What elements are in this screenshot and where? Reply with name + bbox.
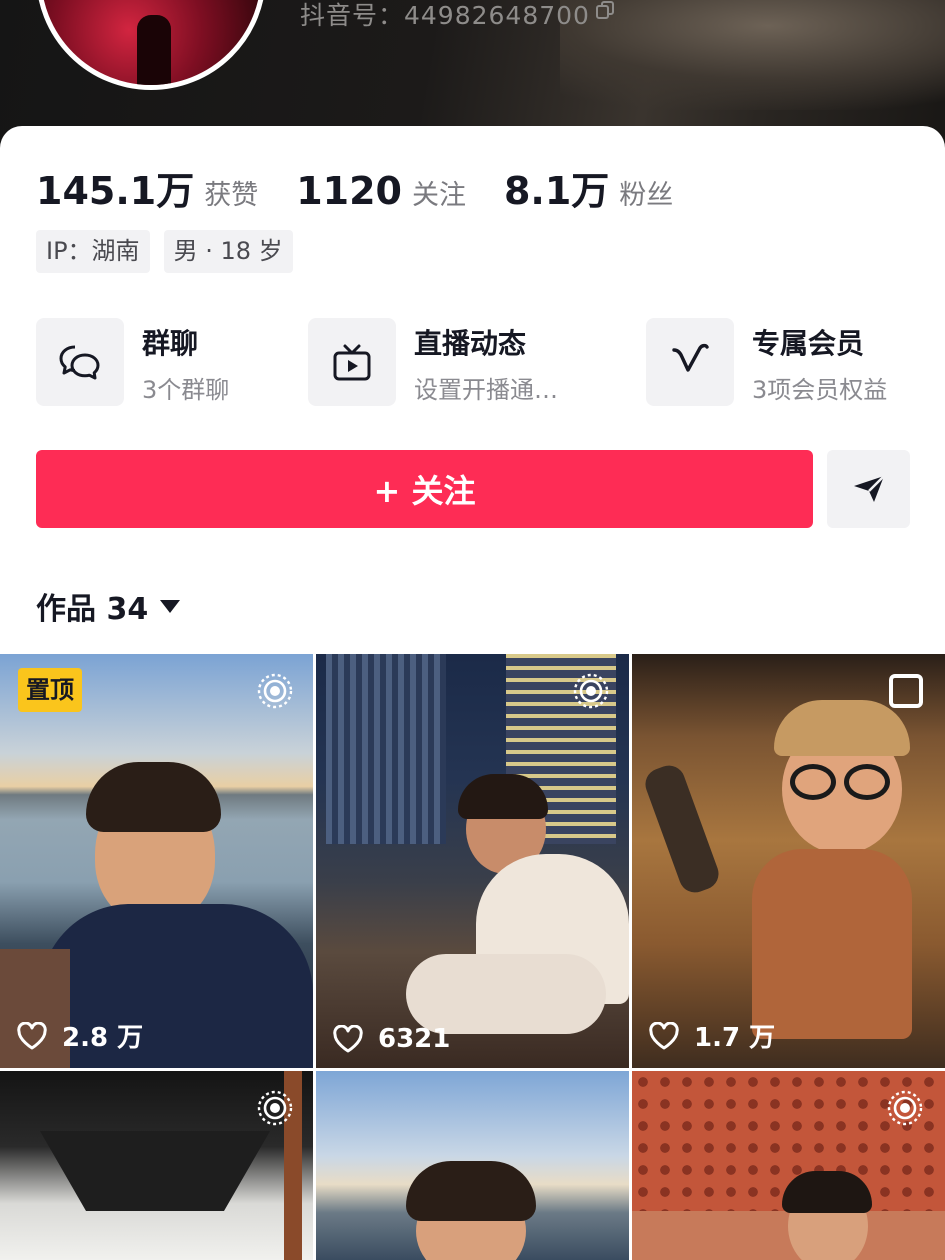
likes-counter: 2.8 万 (16, 1017, 143, 1054)
live-photo-icon (573, 673, 609, 709)
follow-button[interactable]: + 关注 (36, 450, 813, 528)
likes-count: 1.7 万 (694, 1023, 776, 1053)
pinned-badge: 置顶 (18, 668, 82, 712)
heart-icon (17, 1021, 47, 1049)
likes-count[interactable]: 145.1万 (36, 160, 194, 215)
video-thumbnail[interactable]: 置顶 2.8 万 (0, 654, 313, 1068)
landscape-background (560, 0, 945, 110)
following-count[interactable]: 1120 (296, 169, 402, 213)
membership-title: 专属会员 (752, 327, 865, 360)
video-thumbnail[interactable] (632, 1071, 945, 1260)
live-photo-icon (257, 1090, 293, 1126)
chat-bubbles-icon (36, 318, 124, 406)
video-thumbnail[interactable]: 1.7 万 (632, 654, 945, 1068)
multi-image-icon (889, 674, 923, 708)
group-chat-title: 群聊 (142, 327, 199, 360)
live-photo-icon (887, 1090, 923, 1126)
video-thumbnail[interactable]: 6321 (316, 654, 629, 1068)
live-updates-subtitle: 设置开播通… (414, 376, 558, 404)
likes-label[interactable]: 获赞 (204, 173, 258, 212)
feature-row: 群聊 3个群聊 直播动态 设置开播通… 专属会员 3项会员权益 (36, 318, 916, 406)
douyin-id: 抖音号：44982648700 (300, 1, 590, 30)
profile-stats: 145.1万 获赞 1120 关注 8.1万 粉丝 (36, 160, 711, 213)
share-button[interactable] (827, 450, 910, 528)
followers-count[interactable]: 8.1万 (504, 160, 609, 215)
send-icon (853, 475, 885, 502)
video-grid: 置顶 2.8 万 6321 1.7 万 (0, 654, 945, 1260)
v-badge-icon (646, 318, 734, 406)
works-label: 作品 34 (36, 592, 149, 627)
ip-location-tag: IP：湖南 (36, 230, 150, 273)
group-chat-entry[interactable]: 群聊 3个群聊 (36, 318, 276, 406)
copy-icon[interactable] (596, 1, 614, 19)
likes-counter: 6321 (332, 1024, 450, 1054)
avatar-figure (137, 15, 171, 85)
video-thumbnail[interactable] (0, 1071, 313, 1260)
avatar[interactable] (36, 0, 266, 90)
likes-count: 2.8 万 (62, 1023, 144, 1053)
likes-count: 6321 (378, 1024, 451, 1054)
heart-icon (649, 1021, 679, 1049)
live-photo-icon (257, 673, 293, 709)
following-label[interactable]: 关注 (412, 173, 466, 212)
group-chat-subtitle: 3个群聊 (142, 376, 230, 404)
gender-age-tag: 男 · 18 岁 (163, 230, 293, 273)
caret-down-icon[interactable] (160, 599, 181, 613)
followers-label[interactable]: 粉丝 (619, 173, 673, 212)
live-updates-entry[interactable]: 直播动态 设置开播通… (308, 318, 608, 406)
works-tab[interactable]: 作品 34 (36, 586, 181, 627)
heart-icon (333, 1025, 363, 1053)
membership-subtitle: 3项会员权益 (752, 376, 888, 404)
membership-entry[interactable]: 专属会员 3项会员权益 (646, 318, 916, 406)
profile-tags: IP：湖南 男 · 18 岁 (36, 230, 293, 273)
live-updates-title: 直播动态 (414, 327, 527, 360)
video-thumbnail[interactable] (316, 1071, 629, 1260)
tv-play-icon (308, 318, 396, 406)
likes-counter: 1.7 万 (648, 1017, 775, 1054)
